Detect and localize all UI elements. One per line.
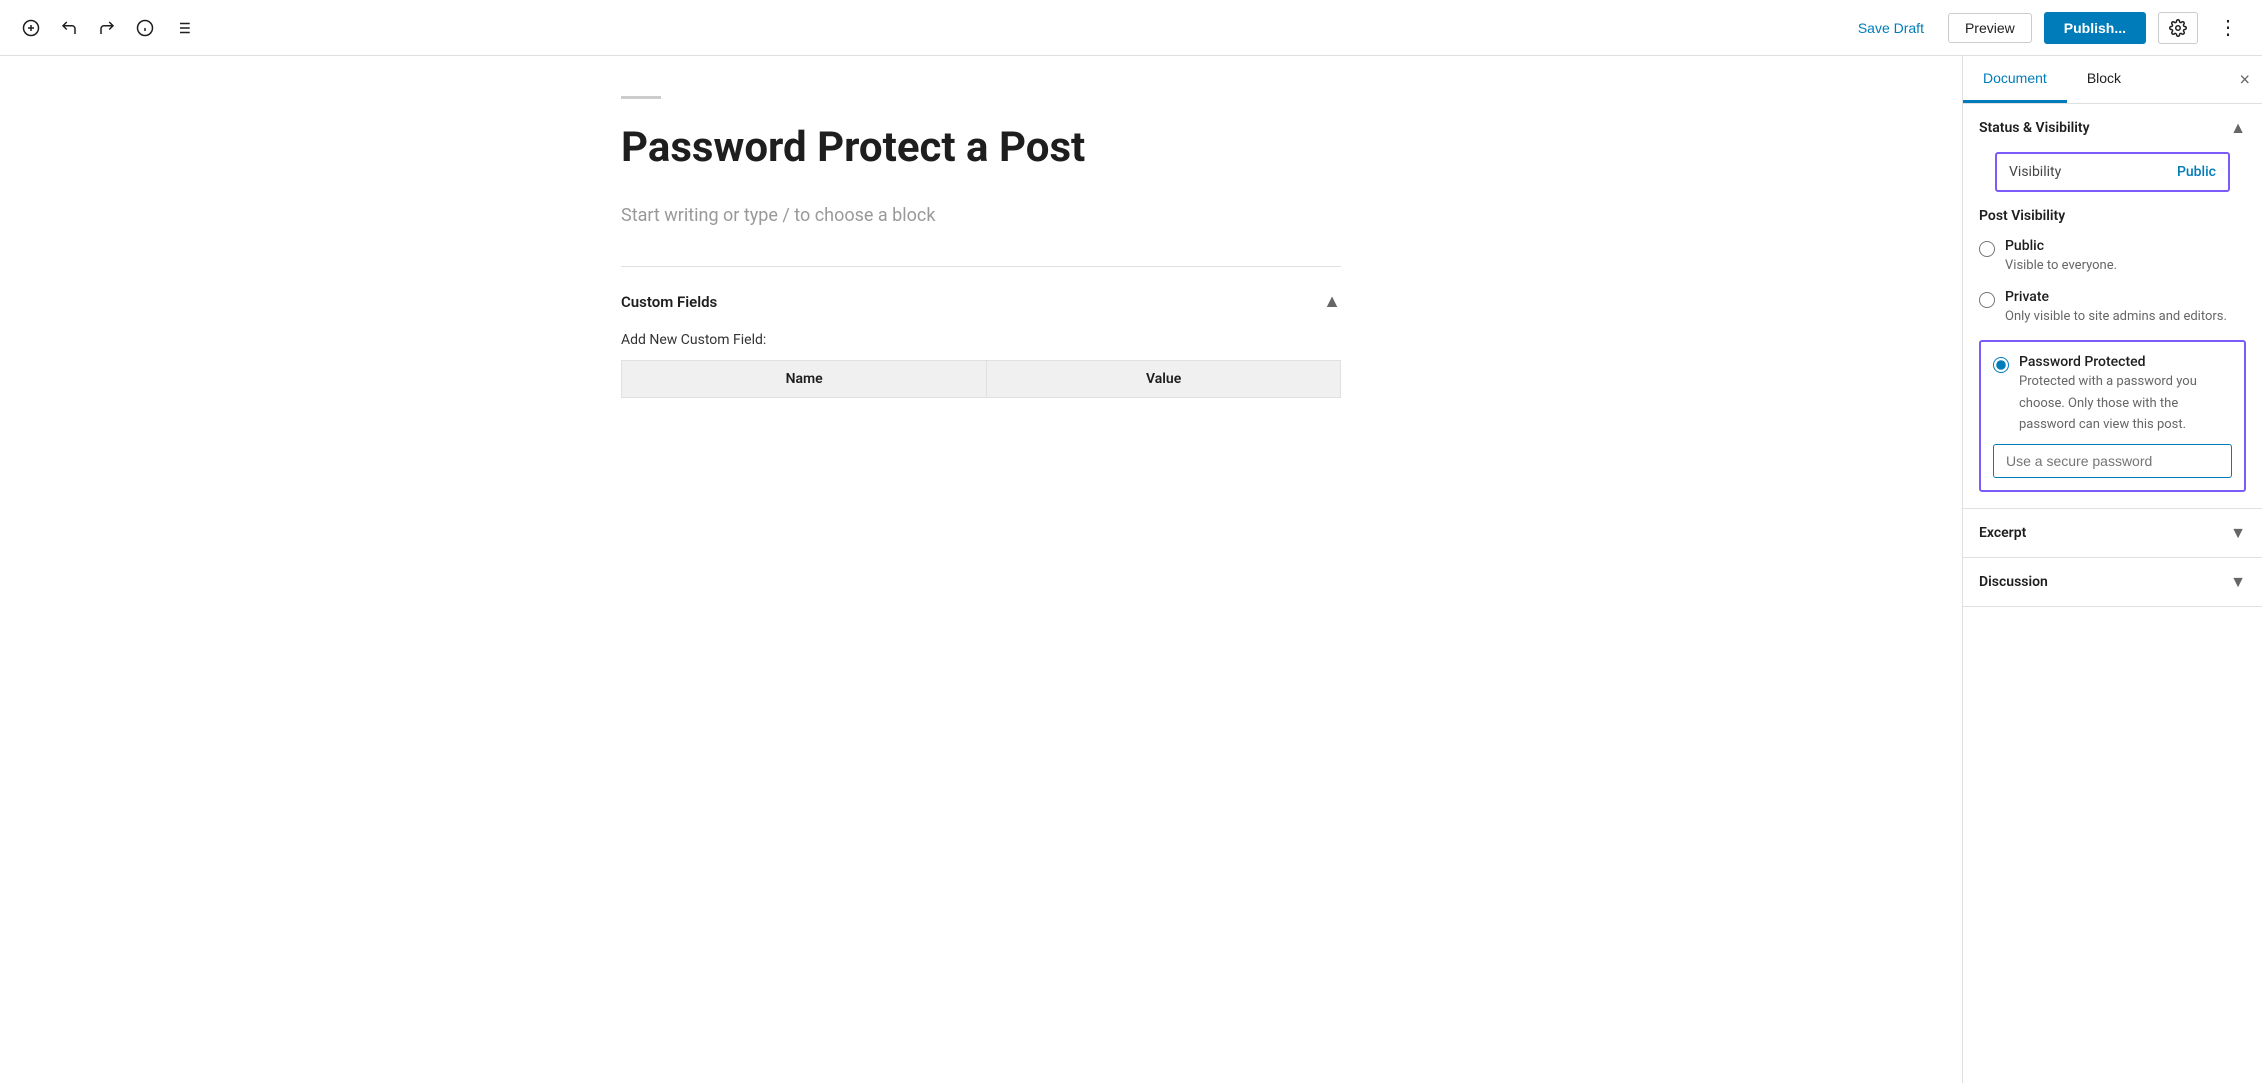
password-protected-box: Password Protected Protected with a pass… xyxy=(1979,340,2246,492)
radio-private-label[interactable]: Private xyxy=(2005,289,2227,305)
publish-button[interactable]: Publish... xyxy=(2044,12,2146,44)
discussion-section: Discussion ▼ xyxy=(1963,558,2262,607)
visibility-row[interactable]: Visibility Public xyxy=(1995,152,2230,192)
toolbar: Save Draft Preview Publish... ⋮ xyxy=(0,0,2262,56)
radio-private-desc: Only visible to site admins and editors. xyxy=(2005,309,2227,324)
password-protected-header: Password Protected Protected with a pass… xyxy=(1993,354,2232,434)
discussion-toggle-icon: ▼ xyxy=(2230,572,2246,592)
password-input[interactable] xyxy=(1993,444,2232,478)
col-value-header: Value xyxy=(987,361,1341,398)
radio-option-private: Private Only visible to site admins and … xyxy=(1979,289,2246,326)
save-draft-button[interactable]: Save Draft xyxy=(1846,14,1936,42)
custom-fields-table: Name Value xyxy=(621,360,1341,398)
status-visibility-section: Status & Visibility ▲ Visibility Public … xyxy=(1963,104,2262,509)
radio-option-public: Public Visible to everyone. xyxy=(1979,238,2246,275)
preview-button[interactable]: Preview xyxy=(1948,13,2032,43)
editor-area[interactable]: Password Protect a Post Start writing or… xyxy=(0,56,1962,1083)
custom-fields-title: Custom Fields xyxy=(621,293,717,311)
radio-password-text: Password Protected Protected with a pass… xyxy=(2019,354,2232,434)
discussion-title: Discussion xyxy=(1979,574,2048,590)
radio-password-label[interactable]: Password Protected xyxy=(2019,354,2232,370)
radio-password[interactable] xyxy=(1993,357,2009,373)
excerpt-title: Excerpt xyxy=(1979,525,2026,541)
toolbar-left xyxy=(16,13,1846,43)
tab-document[interactable]: Document xyxy=(1963,56,2067,103)
title-decoration xyxy=(621,96,661,99)
excerpt-header[interactable]: Excerpt ▼ xyxy=(1963,509,2262,557)
excerpt-section: Excerpt ▼ xyxy=(1963,509,2262,558)
add-block-button[interactable] xyxy=(16,13,46,43)
post-title[interactable]: Password Protect a Post xyxy=(621,123,1341,173)
status-visibility-header[interactable]: Status & Visibility ▲ xyxy=(1963,104,2262,152)
list-view-button[interactable] xyxy=(168,13,198,43)
more-options-button[interactable]: ⋮ xyxy=(2210,11,2246,44)
radio-public-label[interactable]: Public xyxy=(2005,238,2117,254)
visibility-value[interactable]: Public xyxy=(2177,164,2216,180)
radio-public-desc: Visible to everyone. xyxy=(2005,258,2117,273)
custom-fields-toggle-icon: ▲ xyxy=(1323,291,1341,312)
sidebar: Document Block × Status & Visibility ▲ V… xyxy=(1962,56,2262,1083)
visibility-label: Visibility xyxy=(2009,164,2061,180)
radio-private[interactable] xyxy=(1979,292,1995,308)
excerpt-toggle-icon: ▼ xyxy=(2230,523,2246,543)
password-input-wrapper xyxy=(1993,444,2232,478)
redo-button[interactable] xyxy=(92,13,122,43)
post-visibility-title: Post Visibility xyxy=(1979,208,2246,224)
discussion-header[interactable]: Discussion ▼ xyxy=(1963,558,2262,606)
radio-password-desc: Protected with a password you choose. On… xyxy=(2019,374,2197,431)
undo-button[interactable] xyxy=(54,13,84,43)
custom-fields-section: Custom Fields ▲ Add New Custom Field: Na… xyxy=(621,266,1341,398)
radio-public-text: Public Visible to everyone. xyxy=(2005,238,2117,275)
sidebar-close-button[interactable]: × xyxy=(2239,69,2250,90)
info-button[interactable] xyxy=(130,13,160,43)
col-name-header: Name xyxy=(622,361,987,398)
add-field-label: Add New Custom Field: xyxy=(621,332,1341,348)
status-visibility-toggle-icon: ▲ xyxy=(2230,118,2246,138)
toolbar-right: Save Draft Preview Publish... ⋮ xyxy=(1846,11,2246,44)
radio-public[interactable] xyxy=(1979,241,1995,257)
post-visibility-panel: Post Visibility Public Visible to everyo… xyxy=(1963,192,2262,508)
sidebar-header: Document Block × xyxy=(1963,56,2262,104)
main-layout: Password Protect a Post Start writing or… xyxy=(0,56,2262,1083)
editor-content: Password Protect a Post Start writing or… xyxy=(561,96,1401,398)
custom-fields-header[interactable]: Custom Fields ▲ xyxy=(621,283,1341,320)
radio-private-text: Private Only visible to site admins and … xyxy=(2005,289,2227,326)
settings-button[interactable] xyxy=(2158,12,2198,44)
tab-block[interactable]: Block xyxy=(2067,56,2141,103)
post-placeholder[interactable]: Start writing or type / to choose a bloc… xyxy=(621,205,1341,226)
status-visibility-title: Status & Visibility xyxy=(1979,120,2090,136)
custom-fields-body: Add New Custom Field: Name Value xyxy=(621,320,1341,398)
